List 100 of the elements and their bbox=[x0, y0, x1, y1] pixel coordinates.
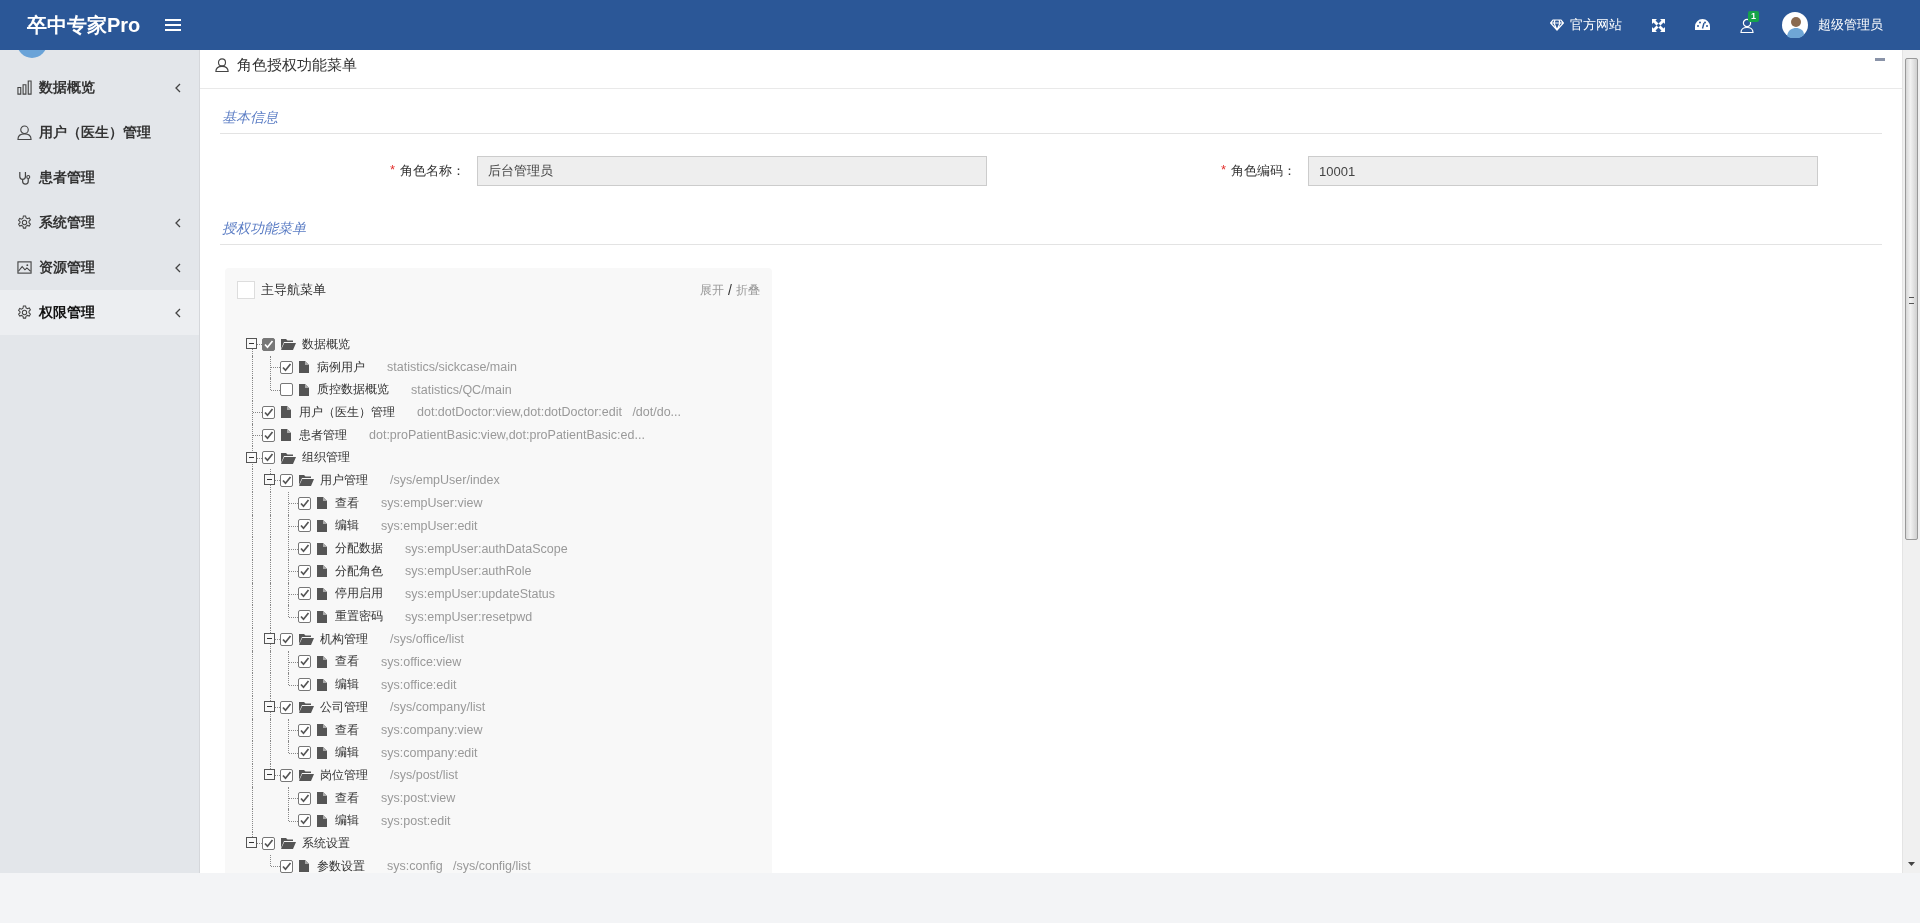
user-icon bbox=[17, 125, 32, 140]
collapse-toggle[interactable] bbox=[264, 474, 275, 486]
file-icon bbox=[299, 860, 309, 873]
sidebar-item[interactable]: 患者管理 bbox=[0, 155, 199, 200]
tree-node-label[interactable]: 岗位管理 bbox=[320, 766, 368, 784]
collapse-toggle[interactable] bbox=[246, 837, 257, 849]
tree-node-label[interactable]: 用户（医生）管理 bbox=[299, 403, 395, 421]
tree-node-label[interactable]: 分配数据 bbox=[335, 540, 383, 558]
tree-checkbox[interactable] bbox=[298, 814, 311, 828]
tree-node-label[interactable]: 编辑 bbox=[335, 812, 359, 830]
tree-node-label[interactable]: 数据概览 bbox=[302, 335, 350, 353]
avatar-image[interactable] bbox=[1782, 12, 1808, 38]
user-icon[interactable] bbox=[1740, 17, 1754, 33]
tree-checkbox[interactable] bbox=[298, 496, 311, 510]
file-icon bbox=[317, 542, 327, 555]
tree-checkbox[interactable] bbox=[262, 337, 275, 351]
collapse-toggle[interactable] bbox=[246, 451, 257, 463]
tree-node-label[interactable]: 机构管理 bbox=[320, 630, 368, 648]
file-icon bbox=[317, 746, 327, 759]
checkbox-label[interactable]: 主导航菜单 bbox=[261, 281, 326, 299]
input-field[interactable]: 10001 bbox=[1308, 156, 1818, 186]
tree-node-label[interactable]: 查看 bbox=[335, 789, 359, 807]
file-icon bbox=[317, 565, 327, 578]
sidebar-item[interactable]: 系统管理 bbox=[0, 200, 199, 245]
scroll-down-icon[interactable] bbox=[1908, 862, 1915, 866]
tree-checkbox[interactable] bbox=[298, 610, 311, 624]
permission-text: sys:empUser:updateStatus bbox=[405, 586, 556, 601]
scrollbar[interactable] bbox=[1902, 50, 1920, 873]
sidebar-item[interactable]: 用户（医生）管理 bbox=[0, 110, 199, 155]
tree-node-label[interactable]: 重置密码 bbox=[335, 608, 383, 626]
sidebar-item[interactable]: 资源管理 bbox=[0, 245, 199, 290]
brand-title: 卒中专家Pro bbox=[27, 12, 141, 38]
tree-node-label[interactable]: 组织管理 bbox=[302, 449, 350, 467]
tree-node-label[interactable]: 查看 bbox=[335, 721, 359, 739]
checkbox[interactable] bbox=[237, 281, 255, 299]
tree-node-label[interactable]: 编辑 bbox=[335, 517, 359, 535]
tree-node-label[interactable]: 编辑 bbox=[335, 676, 359, 694]
tree-node-label[interactable]: 查看 bbox=[335, 494, 359, 512]
field-label: 角色编码： bbox=[1231, 162, 1296, 180]
file-icon bbox=[281, 406, 291, 419]
folder-icon bbox=[281, 338, 296, 351]
collapse-toggle[interactable] bbox=[264, 633, 275, 645]
folder-icon bbox=[281, 837, 296, 850]
user-icon bbox=[215, 58, 229, 72]
sidebar-item[interactable]: 数据概览 bbox=[0, 65, 199, 110]
sidebar-item[interactable]: 权限管理 bbox=[0, 290, 199, 335]
tree-checkbox[interactable] bbox=[298, 678, 311, 692]
tree-checkbox[interactable] bbox=[280, 768, 293, 782]
image-icon bbox=[17, 260, 32, 275]
permission-text: sys:empUser:authDataScope bbox=[405, 541, 568, 556]
file-icon bbox=[299, 361, 309, 374]
permission-text: sys:post:edit bbox=[381, 813, 451, 828]
tree-checkbox[interactable] bbox=[298, 791, 311, 805]
tree-node-label[interactable]: 公司管理 bbox=[320, 698, 368, 716]
tree-checkbox[interactable] bbox=[280, 383, 293, 397]
permission-text: sys:company:edit bbox=[381, 745, 478, 760]
tree-node-label[interactable]: 编辑 bbox=[335, 744, 359, 762]
tree-node-label[interactable]: 系统设置 bbox=[302, 834, 350, 852]
tree-checkbox[interactable] bbox=[298, 746, 311, 760]
tree-checkbox[interactable] bbox=[298, 519, 311, 533]
collapse-toggle[interactable] bbox=[246, 338, 257, 350]
tree-node-label[interactable]: 分配角色 bbox=[335, 562, 383, 580]
tree-node-label[interactable]: 用户管理 bbox=[320, 471, 368, 489]
tree-checkbox[interactable] bbox=[262, 836, 275, 850]
input-field[interactable]: 后台管理员 bbox=[477, 156, 987, 186]
tree-checkbox[interactable] bbox=[298, 723, 311, 737]
permission-text: sys:office:view bbox=[381, 654, 462, 669]
file-icon bbox=[317, 497, 327, 510]
tree-node-label[interactable]: 质控数据概览 bbox=[317, 381, 389, 399]
menu-icon[interactable] bbox=[165, 18, 182, 32]
collapse-toggle[interactable] bbox=[264, 769, 275, 781]
scrollbar-thumb[interactable] bbox=[1905, 58, 1918, 540]
tree-node-label[interactable]: 停用启用 bbox=[335, 585, 383, 603]
panel-title: 角色授权功能菜单 bbox=[237, 55, 357, 75]
tree-node-label[interactable]: 参数设置 bbox=[317, 857, 365, 873]
permission-text: dot:dotDoctor:view,dot:dotDoctor:edit /dot/do... bbox=[417, 405, 682, 420]
tree-checkbox[interactable] bbox=[280, 700, 293, 714]
tree-checkbox[interactable] bbox=[280, 473, 293, 487]
website-link[interactable]: 官方网站 bbox=[1550, 16, 1622, 34]
tree-checkbox[interactable] bbox=[298, 587, 311, 601]
tree-checkbox[interactable] bbox=[262, 405, 275, 419]
tree-checkbox[interactable] bbox=[280, 859, 293, 873]
settings-icon bbox=[17, 215, 32, 230]
tree-checkbox[interactable] bbox=[298, 564, 311, 578]
tree-checkbox[interactable] bbox=[262, 428, 275, 442]
tree-checkbox[interactable] bbox=[298, 655, 311, 669]
tree-node-label[interactable]: 查看 bbox=[335, 653, 359, 671]
dashboard-icon[interactable] bbox=[1695, 19, 1710, 31]
file-icon bbox=[317, 587, 327, 600]
tree-node-label[interactable]: 病例用户 bbox=[317, 358, 365, 376]
fullscreen-icon[interactable] bbox=[1652, 18, 1665, 32]
tree-node-label[interactable]: 患者管理 bbox=[299, 426, 347, 444]
collapse-toggle[interactable] bbox=[264, 701, 275, 713]
tree-checkbox[interactable] bbox=[280, 360, 293, 374]
tree-checkbox[interactable] bbox=[280, 632, 293, 646]
permission-text: sys:config /sys/config/list bbox=[387, 859, 531, 873]
tree-checkbox[interactable] bbox=[262, 451, 275, 465]
tree-checkbox[interactable] bbox=[298, 542, 311, 556]
user-name[interactable]: 超级管理员 bbox=[1818, 16, 1883, 34]
diamond-icon bbox=[1550, 19, 1564, 31]
